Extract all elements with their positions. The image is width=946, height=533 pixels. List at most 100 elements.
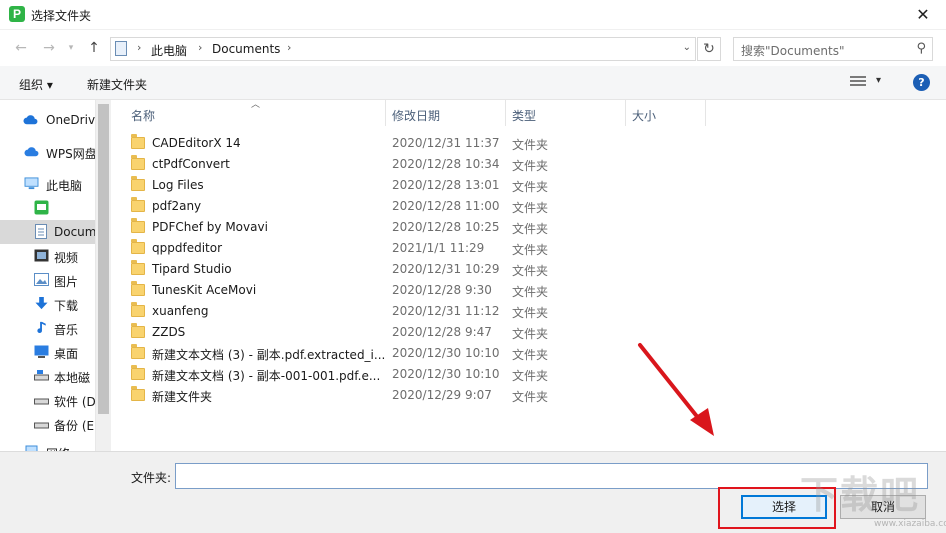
file-date: 2020/12/28 11:00 [392, 199, 500, 213]
column-header-name[interactable]: 名称 [131, 107, 155, 124]
watermark-url: www.xiazaiba.com [874, 519, 946, 529]
search-input[interactable]: 搜索"Documents" ⚲ [733, 37, 933, 61]
file-type: 文件夹 [512, 222, 549, 236]
sidebar-item-drive-e[interactable]: 备份 (E [0, 412, 95, 436]
chevron-down-icon[interactable]: ⌄ [683, 42, 691, 53]
list-item[interactable]: CADEditorX 14 2020/12/31 11:37 文件夹 [128, 133, 828, 154]
file-type: 文件夹 [512, 285, 549, 299]
sidebar-item-local-disk[interactable]: 本地磁 [0, 364, 95, 388]
file-date: 2020/12/28 9:47 [392, 325, 492, 339]
address-bar[interactable]: › 此电脑 › Documents › ⌄ [110, 37, 696, 61]
file-type: 文件夹 [512, 159, 549, 173]
file-name: Log Files [152, 178, 204, 192]
view-dropdown-icon[interactable]: ▾ [876, 75, 881, 86]
file-date: 2020/12/28 10:25 [392, 220, 500, 234]
list-item[interactable]: TunesKit AceMovi 2020/12/28 9:30 文件夹 [128, 280, 828, 301]
search-placeholder: 搜索"Documents" [741, 44, 845, 58]
sidebar-item-label: 音乐 [54, 323, 79, 337]
sidebar-item-videos[interactable]: 视频 [0, 244, 95, 268]
file-type: 文件夹 [512, 327, 549, 341]
sidebar-item-label: 桌面 [54, 347, 79, 361]
file-type: 文件夹 [512, 201, 549, 215]
folder-icon [131, 155, 145, 170]
column-header-size[interactable]: 大小 [632, 107, 656, 124]
column-header-type[interactable]: 类型 [512, 107, 536, 124]
computer-icon [24, 177, 39, 190]
list-item[interactable]: Log Files 2020/12/28 13:01 文件夹 [128, 175, 828, 196]
sidebar-item-label: WPS网盘 [46, 147, 95, 161]
desktop-icon [34, 345, 49, 358]
view-list-icon[interactable] [850, 76, 866, 88]
folder-icon [131, 386, 145, 401]
file-name: qppdfeditor [152, 241, 223, 255]
sidebar-item-label: 下载 [54, 299, 79, 313]
folder-field-label: 文件夹: [131, 471, 172, 485]
refresh-button[interactable]: ↻ [697, 37, 721, 61]
sidebar-item-label: OneDrive [46, 113, 95, 127]
recent-dropdown-icon[interactable]: ▾ [62, 39, 80, 57]
app-icon: P [9, 6, 25, 22]
sidebar-item-label: 视频 [54, 251, 79, 265]
search-icon[interactable]: ⚲ [916, 41, 926, 56]
organize-menu-button[interactable]: 组织 ▾ [19, 76, 53, 93]
column-header-date[interactable]: 修改日期 [392, 107, 440, 124]
sidebar-item-documents[interactable]: Docum [0, 220, 95, 244]
sidebar-item-downloads[interactable]: 下载 [0, 292, 95, 316]
file-name: pdf2any [152, 199, 202, 213]
file-type: 文件夹 [512, 390, 549, 404]
scrollbar-thumb[interactable] [98, 104, 109, 414]
file-name: ZZDS [152, 325, 186, 339]
computer-icon [115, 41, 127, 56]
forward-arrow-icon[interactable]: → [40, 39, 58, 57]
sidebar-item-label: Docum [54, 225, 95, 239]
file-date: 2020/12/31 10:29 [392, 262, 500, 276]
file-name: CADEditorX 14 [152, 136, 241, 150]
file-date: 2020/12/31 11:37 [392, 136, 500, 150]
sidebar-item-pdf-app[interactable] [0, 196, 95, 220]
breadcrumb-documents[interactable]: Documents [212, 42, 280, 56]
breadcrumb-this-pc[interactable]: 此电脑 [151, 42, 187, 59]
music-icon [37, 321, 46, 334]
wps-cloud-icon [24, 147, 39, 157]
navigation-pane: OneDrive WPS网盘 此电脑 Docum 视频 图片 下载 音乐 桌面 … [0, 100, 95, 451]
help-icon[interactable]: ? [913, 74, 930, 91]
sidebar-item-wps-cloud[interactable]: WPS网盘 [0, 140, 95, 164]
title-bar: P 选择文件夹 ✕ [0, 0, 946, 30]
sidebar-item-pictures[interactable]: 图片 [0, 268, 95, 292]
list-item[interactable]: Tipard Studio 2020/12/31 10:29 文件夹 [128, 259, 828, 280]
sidebar-item-drive-d[interactable]: 软件 (D [0, 388, 95, 412]
folder-icon [131, 344, 145, 359]
annotation-arrow [638, 343, 714, 436]
list-item[interactable]: qppdfeditor 2021/1/1 11:29 文件夹 [128, 238, 828, 259]
sidebar-item-this-pc[interactable]: 此电脑 [0, 172, 95, 196]
file-name: PDFChef by Movavi [152, 220, 268, 234]
list-item[interactable]: pdf2any 2020/12/28 11:00 文件夹 [128, 196, 828, 217]
chevron-right-icon: › [198, 41, 203, 54]
file-date: 2020/12/28 13:01 [392, 178, 500, 192]
folder-icon [131, 218, 145, 233]
file-name: 新建文本文档 (3) - 副本-001-001.pdf.e... [152, 369, 381, 383]
column-divider[interactable] [385, 100, 386, 126]
download-icon [35, 297, 48, 310]
sidebar-scrollbar[interactable] [95, 100, 111, 451]
list-item[interactable]: PDFChef by Movavi 2020/12/28 10:25 文件夹 [128, 217, 828, 238]
up-arrow-icon[interactable]: ↑ [85, 39, 103, 57]
sidebar-item-music[interactable]: 音乐 [0, 316, 95, 340]
list-item[interactable]: xuanfeng 2020/12/31 11:12 文件夹 [128, 301, 828, 322]
column-divider[interactable] [705, 100, 706, 126]
column-divider[interactable] [505, 100, 506, 126]
new-folder-button[interactable]: 新建文件夹 [87, 76, 147, 93]
sidebar-item-desktop[interactable]: 桌面 [0, 340, 95, 364]
list-item[interactable]: ctPdfConvert 2020/12/28 10:34 文件夹 [128, 154, 828, 175]
back-arrow-icon[interactable]: ← [12, 39, 30, 57]
close-button[interactable]: ✕ [900, 0, 946, 30]
file-date: 2020/12/29 9:07 [392, 388, 492, 402]
sidebar-item-network[interactable]: 网络 [0, 440, 95, 451]
column-divider[interactable] [625, 100, 626, 126]
folder-icon [131, 281, 145, 296]
file-name: 新建文件夹 [152, 390, 213, 404]
document-icon [35, 224, 47, 239]
sidebar-item-onedrive[interactable]: OneDrive [0, 108, 95, 132]
sidebar-item-label: 软件 (D [54, 395, 95, 409]
drive-icon [34, 398, 49, 405]
